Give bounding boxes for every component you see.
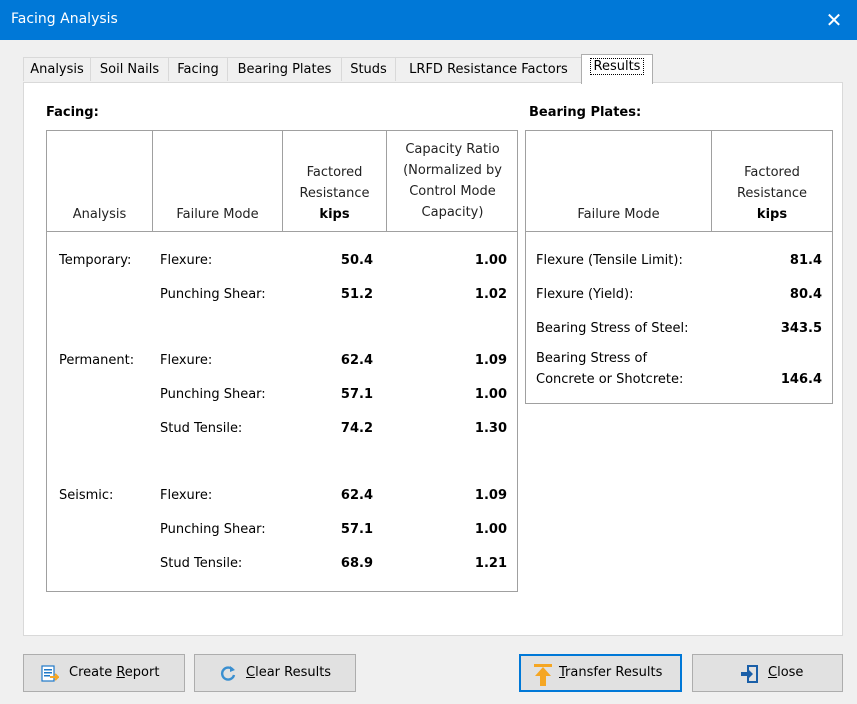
report-icon	[41, 665, 59, 682]
row-capacity-ratio: 1.02	[474, 287, 507, 302]
row-analysis: Temporary:	[59, 253, 132, 268]
upload-arrow-icon	[534, 664, 552, 686]
row-failure-mode: Punching Shear:	[160, 387, 266, 402]
create-report-label: Create Report	[69, 665, 160, 680]
tab-lrfd-resistance-factors[interactable]: LRFD Resistance Factors	[395, 57, 582, 81]
row-failure-mode: Flexure:	[160, 253, 213, 268]
clear-results-button[interactable]: Clear Results	[194, 654, 356, 692]
tab-facing[interactable]: Facing	[168, 57, 228, 81]
row-capacity-ratio: 1.09	[474, 488, 507, 503]
row-resistance: 51.2	[340, 287, 373, 302]
row-failure-mode: Punching Shear:	[160, 287, 266, 302]
create-report-button[interactable]: Create Report	[23, 654, 185, 692]
bearing-row-failure-mode-line2: Concrete or Shotcrete:	[536, 372, 684, 387]
facing-header-resistance-line1: Factored	[306, 165, 363, 180]
facing-header-resistance-unit: kips	[319, 207, 350, 222]
row-capacity-ratio: 1.00	[474, 253, 507, 268]
row-capacity-ratio: 1.30	[474, 421, 507, 436]
row-failure-mode: Stud Tensile:	[160, 556, 243, 571]
facing-header-failure-mode: Failure Mode	[176, 207, 259, 222]
row-failure-mode: Stud Tensile:	[160, 421, 243, 436]
bearing-header-resistance: Factored Resistance kips	[712, 162, 832, 225]
bearing-row-failure-mode: Bearing Stress of Steel:	[536, 321, 689, 336]
facing-header-analysis: Analysis	[72, 207, 127, 222]
facing-section-title: Facing:	[46, 105, 99, 120]
bearing-header-divider	[526, 231, 832, 232]
row-failure-mode: Flexure:	[160, 488, 213, 503]
row-analysis: Permanent:	[59, 353, 135, 368]
bearing-header-failure-mode: Failure Mode	[577, 207, 660, 222]
row-resistance: 62.4	[340, 488, 373, 503]
facing-header-resistance-line2: Resistance	[299, 186, 370, 201]
row-resistance: 68.9	[340, 556, 373, 571]
bearing-row-failure-mode: Flexure (Tensile Limit):	[536, 253, 683, 268]
close-window-icon[interactable]: ✕	[811, 0, 857, 40]
transfer-results-button[interactable]: Transfer Results	[519, 654, 682, 692]
close-label: Close	[768, 665, 804, 680]
row-resistance: 50.4	[340, 253, 373, 268]
transfer-results-label: Transfer Results	[559, 665, 663, 680]
tab-analysis[interactable]: Analysis	[23, 57, 91, 81]
facing-header-resistance: Factored Resistance kips	[283, 162, 386, 225]
bearing-row-resistance: 343.5	[780, 321, 822, 336]
results-panel: Facing: Analysis Failure Mode Factored R…	[23, 82, 843, 636]
bearing-header-resistance-line2: Resistance	[736, 186, 808, 201]
bearing-header-resistance-line1: Factored	[744, 165, 800, 180]
row-capacity-ratio: 1.09	[474, 353, 507, 368]
bearing-plates-section-title: Bearing Plates:	[529, 105, 642, 120]
row-capacity-ratio: 1.00	[474, 522, 507, 537]
row-capacity-ratio: 1.21	[474, 556, 507, 571]
row-resistance: 62.4	[340, 353, 373, 368]
row-failure-mode: Punching Shear:	[160, 522, 266, 537]
clear-results-label: Clear Results	[246, 665, 332, 680]
bearing-header-resistance-unit: kips	[756, 207, 788, 222]
facing-header-ratio-line1: Capacity Ratio	[405, 142, 500, 157]
bearing-row-resistance: 146.4	[780, 372, 822, 387]
facing-header-ratio-line3: Control Mode	[409, 184, 496, 199]
title-bar: Facing Analysis ✕	[0, 0, 857, 40]
row-resistance: 74.2	[340, 421, 373, 436]
row-analysis: Seismic:	[59, 488, 114, 503]
tab-soil-nails[interactable]: Soil Nails	[90, 57, 169, 81]
close-button[interactable]: Close	[692, 654, 843, 692]
bearing-row-failure-mode-line1: Bearing Stress of	[536, 351, 648, 366]
tab-studs[interactable]: Studs	[341, 57, 396, 81]
tab-results[interactable]: Results	[581, 54, 653, 84]
window-title: Facing Analysis	[11, 11, 118, 27]
bearing-row-resistance: 81.4	[789, 253, 822, 268]
bearing-row-failure-mode: Flexure (Yield):	[536, 287, 634, 302]
exit-icon	[741, 665, 758, 683]
tab-bearing-plates[interactable]: Bearing Plates	[227, 57, 342, 81]
facing-table: Analysis Failure Mode Factored Resistanc…	[46, 130, 518, 592]
row-resistance: 57.1	[340, 522, 373, 537]
row-failure-mode: Flexure:	[160, 353, 213, 368]
row-capacity-ratio: 1.00	[474, 387, 507, 402]
refresh-icon	[221, 666, 236, 681]
bearing-plates-table: Failure Mode Factored Resistance kips Fl…	[525, 130, 833, 404]
facing-header-ratio-line2: (Normalized by	[403, 163, 502, 178]
tab-results-label: Results	[589, 58, 645, 75]
facing-header-capacity-ratio: Capacity Ratio (Normalized by Control Mo…	[387, 139, 518, 223]
facing-header-divider	[47, 231, 517, 232]
row-resistance: 57.1	[340, 387, 373, 402]
bearing-row-resistance: 80.4	[789, 287, 822, 302]
facing-header-ratio-line4: Capacity)	[421, 205, 484, 220]
